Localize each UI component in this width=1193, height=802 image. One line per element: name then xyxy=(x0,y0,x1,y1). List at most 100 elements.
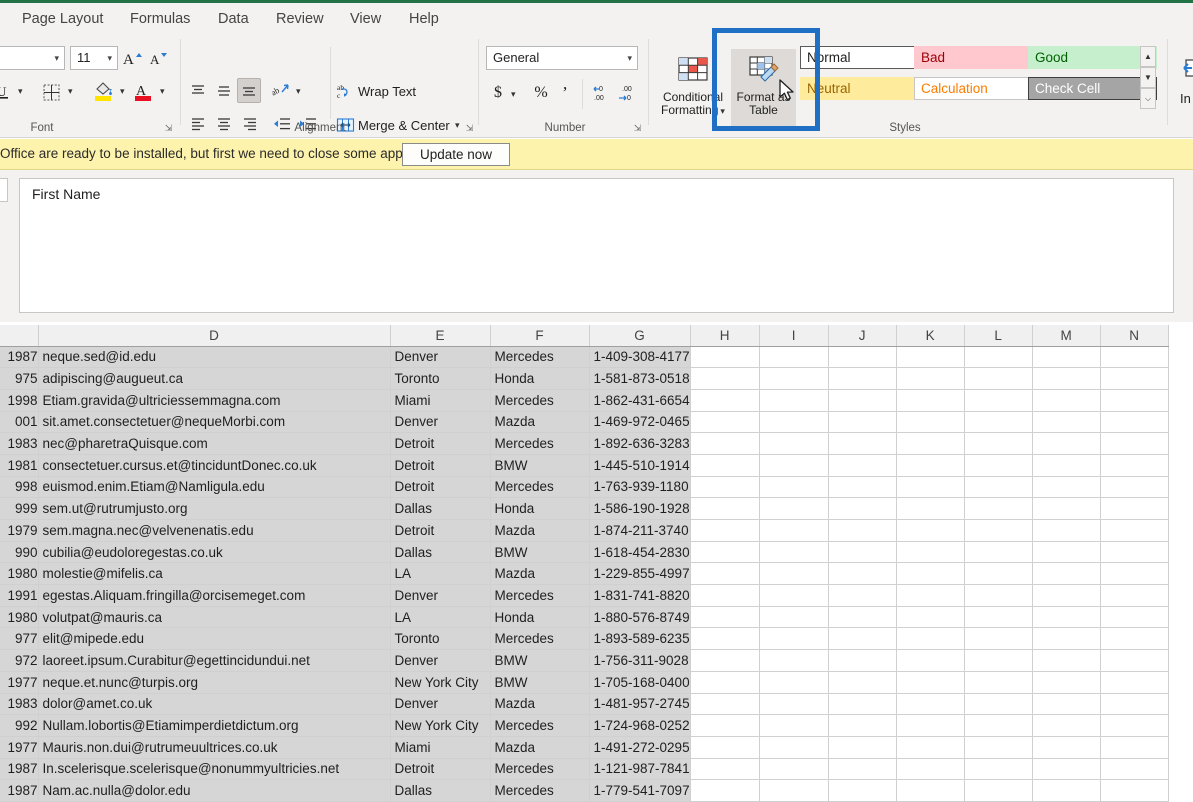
cell-car[interactable]: Mercedes xyxy=(490,758,590,781)
cell-empty[interactable] xyxy=(896,454,965,477)
cell-empty[interactable] xyxy=(759,519,829,542)
cell-empty[interactable] xyxy=(759,649,829,672)
cell-empty[interactable] xyxy=(690,714,760,737)
cell-empty[interactable] xyxy=(1100,584,1169,607)
cell-email[interactable]: cubilia@eudoloregestas.co.uk xyxy=(38,541,391,564)
cell-phone[interactable]: 1-763-939-1180 xyxy=(589,476,691,499)
cell-empty[interactable] xyxy=(964,432,1033,455)
align-bottom-icon[interactable] xyxy=(237,78,261,103)
cell-empty[interactable] xyxy=(896,432,965,455)
cell-empty[interactable] xyxy=(690,497,760,520)
cell-phone[interactable]: 1-618-454-2830 xyxy=(589,541,691,564)
cell-car[interactable]: Mercedes xyxy=(490,584,590,607)
cell-car[interactable]: BMW xyxy=(490,671,590,694)
cell-empty[interactable] xyxy=(896,758,965,781)
cell-empty[interactable] xyxy=(1100,346,1169,369)
cell-email[interactable]: adipiscing@augueut.ca xyxy=(38,367,391,390)
cell-empty[interactable] xyxy=(964,671,1033,694)
table-row[interactable]: 999 sem.ut@rutrumjusto.org Dallas Honda 1-58… xyxy=(0,497,1169,520)
cell-car[interactable]: Mercedes xyxy=(490,779,590,802)
cell-phone[interactable]: 1-469-972-0465 xyxy=(589,411,691,434)
cell-empty[interactable] xyxy=(1032,476,1101,499)
cell-empty[interactable] xyxy=(896,779,965,802)
cell-city[interactable]: Denver xyxy=(390,649,491,672)
table-row[interactable]: 1983 dolor@amet.co.uk Denver Mazda 1-481-957… xyxy=(0,693,1169,716)
cell-empty[interactable] xyxy=(896,671,965,694)
table-row[interactable]: 1998 Etiam.gravida@ultriciessemmagna.com M… xyxy=(0,389,1169,412)
cell-empty[interactable] xyxy=(1100,389,1169,412)
cell-empty[interactable] xyxy=(828,497,897,520)
cell-city[interactable]: Miami xyxy=(390,736,491,759)
cell-empty[interactable] xyxy=(1032,671,1101,694)
table-row[interactable]: 1991 egestas.Aliquam.fringilla@orcisemege… xyxy=(0,584,1169,607)
cell-year[interactable]: 1977 xyxy=(0,736,39,759)
cell-empty[interactable] xyxy=(1032,714,1101,737)
cell-year[interactable]: 1980 xyxy=(0,562,39,586)
font-dialog-launcher[interactable]: ⇲ xyxy=(163,123,174,134)
cell-empty[interactable] xyxy=(964,497,1033,520)
insert-cells-icon[interactable] xyxy=(1178,55,1193,81)
cell-year[interactable]: 990 xyxy=(0,541,39,564)
cell-empty[interactable] xyxy=(828,714,897,737)
cell-car[interactable]: Mercedes xyxy=(490,476,590,499)
cell-year[interactable]: 1987 xyxy=(0,758,39,781)
cell-empty[interactable] xyxy=(896,519,965,542)
cell-car[interactable]: Honda xyxy=(490,606,590,629)
cell-email[interactable]: neque.et.nunc@turpis.org xyxy=(38,671,391,694)
cell-empty[interactable] xyxy=(690,606,760,629)
column-header-f[interactable]: F xyxy=(490,325,590,347)
cell-phone[interactable]: 1-409-308-4177 xyxy=(589,346,691,369)
cell-phone[interactable]: 1-831-741-8820 xyxy=(589,584,691,607)
cell-empty[interactable] xyxy=(1100,454,1169,477)
cell-year[interactable]: 1991 xyxy=(0,584,39,607)
cell-empty[interactable] xyxy=(896,584,965,607)
cell-empty[interactable] xyxy=(759,758,829,781)
cell-year[interactable]: 1981 xyxy=(0,454,39,477)
cell-email[interactable]: Mauris.non.dui@rutrumeuultrices.co.uk xyxy=(38,736,391,759)
cell-empty[interactable] xyxy=(896,649,965,672)
chevron-down-icon[interactable]: ▾ xyxy=(296,86,301,97)
cell-empty[interactable] xyxy=(896,562,965,586)
cell-phone[interactable]: 1-491-272-0295 xyxy=(589,736,691,759)
cell-year[interactable]: 1977 xyxy=(0,671,39,694)
cell-year[interactable]: 1979 xyxy=(0,519,39,542)
cell-city[interactable]: Dallas xyxy=(390,497,491,520)
cell-empty[interactable] xyxy=(828,476,897,499)
spreadsheet-grid[interactable]: D E F G H I J K L M N 1987 neque.sed@id.e… xyxy=(0,325,1193,802)
formula-bar[interactable]: First Name xyxy=(19,178,1174,313)
cell-email[interactable]: laoreet.ipsum.Curabitur@egettincidundui.… xyxy=(38,649,391,672)
align-middle-icon[interactable] xyxy=(212,79,236,103)
wrap-text-icon[interactable]: ab c xyxy=(334,80,356,102)
cell-empty[interactable] xyxy=(828,411,897,434)
grow-font-icon[interactable]: A xyxy=(120,46,144,70)
tab-help[interactable]: Help xyxy=(409,7,439,31)
cell-empty[interactable] xyxy=(1100,606,1169,629)
table-row[interactable]: 1987 In.scelerisque.scelerisque@nonummyul… xyxy=(0,758,1169,781)
cell-empty[interactable] xyxy=(1100,649,1169,672)
table-row[interactable]: 1983 nec@pharetraQuisque.com Detroit Merced… xyxy=(0,432,1169,455)
table-row[interactable]: 1977 neque.et.nunc@turpis.org New York Cit… xyxy=(0,671,1169,694)
cell-city[interactable]: LA xyxy=(390,606,491,629)
cell-phone[interactable]: 1-121-987-7841 xyxy=(589,758,691,781)
align-top-icon[interactable] xyxy=(186,79,210,103)
cell-empty[interactable] xyxy=(1032,519,1101,542)
cell-empty[interactable] xyxy=(828,541,897,564)
cell-empty[interactable] xyxy=(690,541,760,564)
cell-empty[interactable] xyxy=(1100,541,1169,564)
cell-empty[interactable] xyxy=(896,736,965,759)
cell-empty[interactable] xyxy=(1032,736,1101,759)
cell-empty[interactable] xyxy=(828,693,897,716)
cell-empty[interactable] xyxy=(964,367,1033,390)
cell-empty[interactable] xyxy=(828,649,897,672)
cell-empty[interactable] xyxy=(896,367,965,390)
cell-empty[interactable] xyxy=(690,454,760,477)
cell-empty[interactable] xyxy=(690,758,760,781)
cell-city[interactable]: Detroit xyxy=(390,519,491,542)
cell-empty[interactable] xyxy=(1032,346,1101,369)
cell-empty[interactable] xyxy=(896,411,965,434)
cell-empty[interactable] xyxy=(759,541,829,564)
cell-empty[interactable] xyxy=(964,476,1033,499)
cell-empty[interactable] xyxy=(828,758,897,781)
cell-empty[interactable] xyxy=(964,693,1033,716)
cell-empty[interactable] xyxy=(690,562,760,586)
